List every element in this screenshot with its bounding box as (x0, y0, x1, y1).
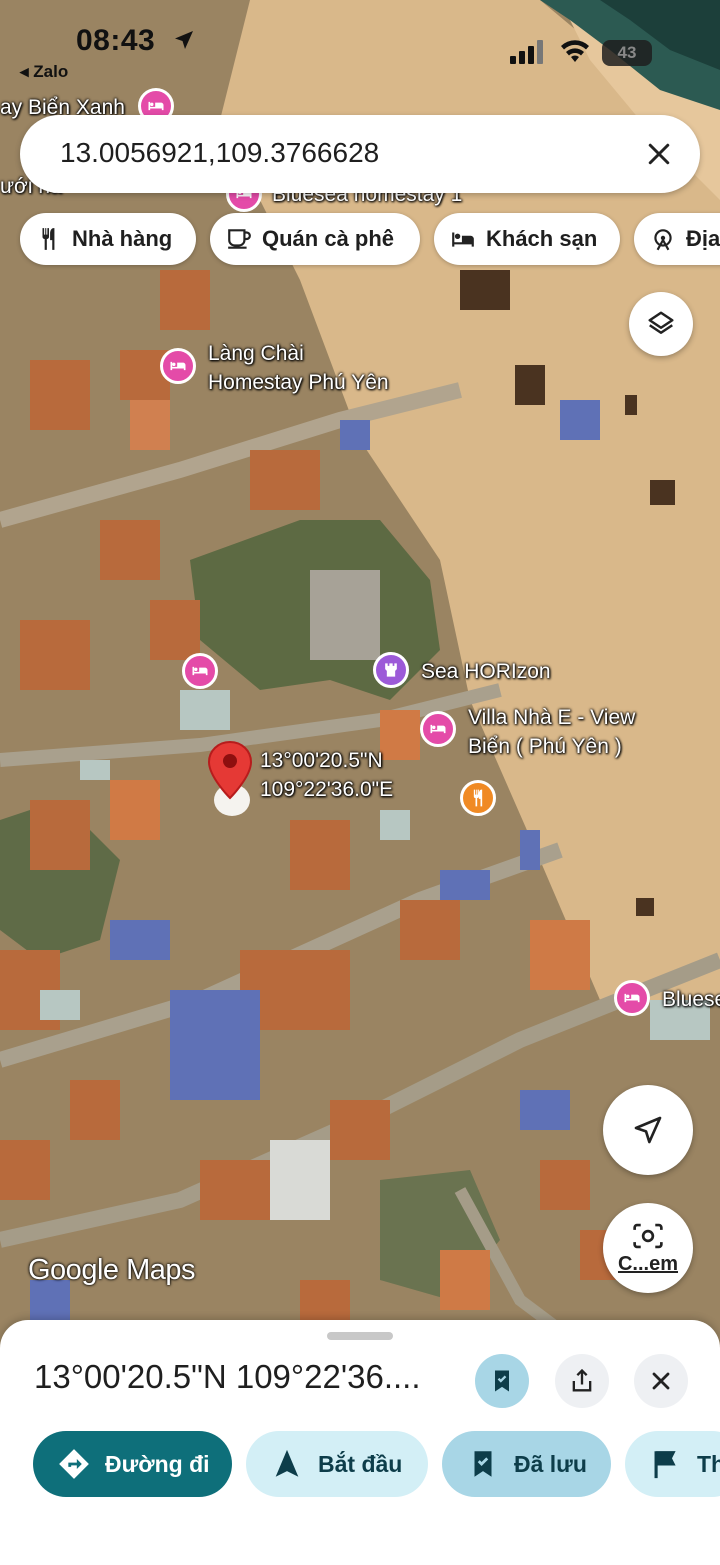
action-label: Đường đi (105, 1450, 210, 1477)
attraction-pin[interactable] (373, 652, 409, 688)
dropped-pin-icon[interactable] (206, 740, 254, 818)
bed-icon (148, 101, 164, 111)
close-sheet-button[interactable] (634, 1354, 688, 1408)
cellular-signal-icon (510, 40, 543, 64)
bookmark-icon (474, 1451, 492, 1477)
fork-knife-icon (473, 789, 483, 807)
start-button[interactable]: Bắt đầu (246, 1431, 428, 1497)
navigation-arrow-icon (634, 1116, 662, 1144)
pin-longitude: 109°22'36.0"E (260, 778, 394, 801)
close-icon (652, 1372, 670, 1390)
pin-coordinates-label: 13°00'20.5"N 109°22'36.0"E (260, 746, 393, 804)
attraction-icon (654, 229, 672, 251)
battery-indicator: 43 (602, 40, 652, 66)
saved-action-button[interactable]: Đã lưu (442, 1431, 611, 1497)
camera-lens-icon (633, 1223, 663, 1248)
place-bottom-sheet[interactable]: 13°00'20.5"N 109°22'36.... Đường đi Bắt … (0, 1320, 720, 1565)
status-time: 08:43 (76, 24, 156, 57)
hotel-pin[interactable] (614, 980, 650, 1016)
action-label: Đã lưu (514, 1450, 587, 1477)
chip-restaurants[interactable]: Nhà hàng (20, 213, 196, 265)
category-chips: Nhà hàng Quán cà phê Khách sạn Địa (20, 213, 720, 267)
hotel-pin[interactable] (160, 348, 196, 384)
lens-label: C...em (617, 1252, 679, 1275)
restaurant-pin[interactable] (460, 780, 496, 816)
action-label: Th (697, 1450, 720, 1477)
place-title: 13°00'20.5"N 109°22'36.... (34, 1358, 421, 1395)
status-bar: 08:43 ◂ Zalo 43 (0, 0, 720, 90)
hotel-pin[interactable] (420, 711, 456, 747)
poi-label-line-1: Làng Chài (208, 342, 304, 365)
chip-attractions[interactable]: Địa (634, 213, 720, 265)
my-location-button[interactable] (603, 1085, 693, 1175)
chip-hotels[interactable]: Khách sạn (434, 213, 620, 265)
poi-label-sea-horizon[interactable]: Sea HORIzon (421, 657, 551, 686)
navigation-arrow-icon (275, 1449, 299, 1477)
google-lens-button[interactable]: C...em (603, 1203, 693, 1293)
chip-label: Quán cà phê (262, 226, 395, 251)
poi-label-line-2: Homestay Phú Yên (208, 371, 389, 394)
action-buttons: Đường đi Bắt đầu Đã lưu Th (33, 1431, 720, 1497)
google-maps-logo: Google Maps (28, 1254, 196, 1286)
add-label-button[interactable]: Th (625, 1431, 720, 1497)
coffee-cup-icon (228, 229, 251, 249)
action-label: Bắt đầu (318, 1450, 403, 1477)
bed-icon (452, 232, 474, 247)
share-button[interactable] (555, 1354, 609, 1408)
poi-label-bluese[interactable]: Bluese (662, 985, 720, 1014)
location-arrow-icon (175, 31, 193, 49)
poi-label-villa[interactable]: Villa Nhà E - View Biển ( Phú Yên ) (468, 703, 635, 761)
fork-knife-icon (42, 228, 55, 250)
wifi-icon (561, 40, 589, 62)
chip-label: Địa (686, 226, 720, 251)
search-bar[interactable]: 13.0056921,109.3766628 (20, 115, 700, 193)
back-to-app-link[interactable]: ◂ Zalo (20, 62, 68, 82)
pin-latitude: 13°00'20.5"N (260, 749, 383, 772)
directions-icon (59, 1449, 89, 1479)
poi-label-line-1: Villa Nhà E - View (468, 706, 636, 729)
bookmark-check-icon (495, 1370, 509, 1392)
directions-button[interactable]: Đường đi (33, 1431, 232, 1497)
bed-icon (170, 361, 186, 371)
chip-label: Nhà hàng (72, 226, 173, 251)
bed-icon (430, 724, 446, 734)
flag-icon (654, 1451, 676, 1479)
sheet-drag-handle[interactable] (327, 1332, 393, 1340)
share-icon (572, 1368, 592, 1392)
hotel-pin[interactable] (182, 653, 218, 689)
chip-label: Khách sạn (486, 226, 598, 251)
saved-button[interactable] (475, 1354, 529, 1408)
map-layers-button[interactable] (629, 292, 693, 356)
bed-icon (192, 666, 208, 676)
poi-label-line-2: Biển ( Phú Yên ) (468, 735, 622, 758)
clear-search-icon[interactable] (644, 139, 674, 169)
bed-icon (624, 993, 640, 1003)
poi-label-lang-chai[interactable]: Làng Chài Homestay Phú Yên (208, 339, 389, 397)
search-query[interactable]: 13.0056921,109.3766628 (60, 137, 379, 169)
chip-cafes[interactable]: Quán cà phê (210, 213, 420, 265)
layers-icon (648, 311, 674, 334)
castle-icon (385, 663, 397, 677)
